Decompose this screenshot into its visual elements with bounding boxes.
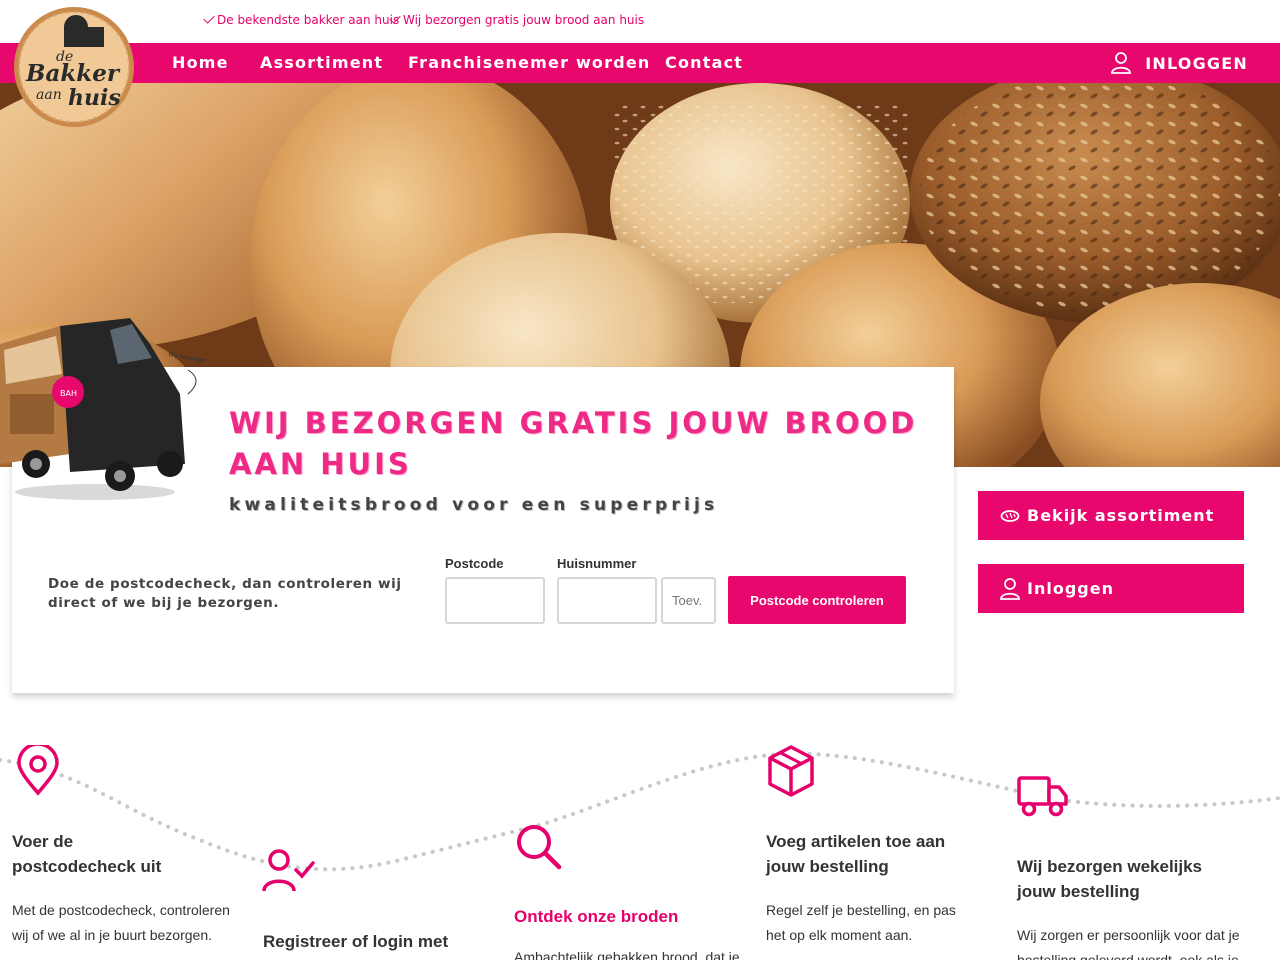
check-icon — [203, 12, 215, 24]
login-button[interactable]: Inloggen — [978, 564, 1244, 613]
nav-item-franchisenemer[interactable]: Franchisenemer worden — [408, 53, 651, 72]
nav-item-home[interactable]: Home — [172, 53, 229, 72]
huisnummer-label: Huisnummer — [557, 556, 637, 571]
hero-title: WIJ BEZORGEN GRATIS JOUW BROOD AAN HUIS — [229, 406, 918, 481]
postcode-intro: Doe de postcodecheck, dan controleren wi… — [48, 576, 402, 611]
search-icon — [517, 825, 562, 870]
postcode-label: Postcode — [445, 556, 504, 571]
login-button-label: Inloggen — [1027, 579, 1114, 598]
nav-item-assortiment[interactable]: Assortiment — [260, 53, 383, 72]
usp-bar: De bekendste bakker aan huis Wij bezorge… — [0, 0, 1280, 43]
logo-text: Bakker — [25, 60, 121, 87]
truck-icon — [1017, 776, 1068, 817]
check-icon — [389, 12, 401, 24]
bread-icon — [1000, 509, 1020, 522]
view-assortment-label: Bekijk assortiment — [1027, 506, 1215, 525]
view-assortment-button[interactable]: Bekijk assortiment — [978, 491, 1244, 540]
step-text: Met de postcodecheck, controleren wij of… — [12, 902, 230, 943]
usp-label: Wij bezorgen gratis jouw brood aan huis — [403, 13, 645, 27]
delivery-truck-illustration: BAH Wij bezorgen — [0, 314, 208, 504]
user-check-icon — [262, 849, 315, 892]
step-title: Voer de postcodecheck uit — [12, 832, 162, 876]
usp-label: De bekendste bakker aan huis — [217, 13, 400, 27]
postcode-input[interactable] — [445, 577, 545, 624]
location-pin-icon — [17, 745, 59, 796]
nav-login-link[interactable]: INLOGGEN — [1111, 50, 1248, 76]
hero-subtitle: kwaliteitsbrood voor een superprijs — [229, 495, 719, 515]
logo-text: huis — [68, 85, 121, 111]
step-text: Regel zelf je bestelling, en pas het op … — [766, 902, 956, 943]
usp-item: De bekendste bakker aan huis — [203, 12, 400, 27]
huisnummer-input[interactable] — [557, 577, 657, 624]
usp-item: Wij bezorgen gratis jouw brood aan huis — [389, 12, 645, 27]
step-title: Voeg artikelen toe aan jouw bestelling — [766, 832, 946, 876]
logo[interactable]: de Bakker aan huis — [12, 5, 136, 129]
step-title: Ontdek onze broden — [514, 907, 679, 926]
package-icon — [768, 745, 814, 797]
step-title: Registreer of login met — [263, 932, 449, 951]
toevoeging-input[interactable] — [661, 577, 716, 624]
svg-text:BAH: BAH — [60, 389, 77, 398]
step-text: Ambachtelijk gebakken brood, dat je — [514, 949, 740, 960]
main-nav: Home Assortiment Franchisenemer worden C… — [0, 43, 1280, 83]
nav-item-contact[interactable]: Contact — [665, 53, 743, 72]
user-icon — [1111, 52, 1132, 74]
step-text: Wij zorgen er persoonlijk voor dat je be… — [1017, 927, 1240, 960]
step-title: Wij bezorgen wekelijks jouw bestelling — [1017, 857, 1203, 901]
user-icon — [1000, 577, 1020, 600]
postcode-check-button[interactable]: Postcode controleren — [728, 576, 906, 624]
logo-text: aan — [36, 87, 62, 103]
nav-login-label: INLOGGEN — [1145, 53, 1248, 73]
svg-text:Wij bezorgen: Wij bezorgen — [168, 351, 206, 365]
